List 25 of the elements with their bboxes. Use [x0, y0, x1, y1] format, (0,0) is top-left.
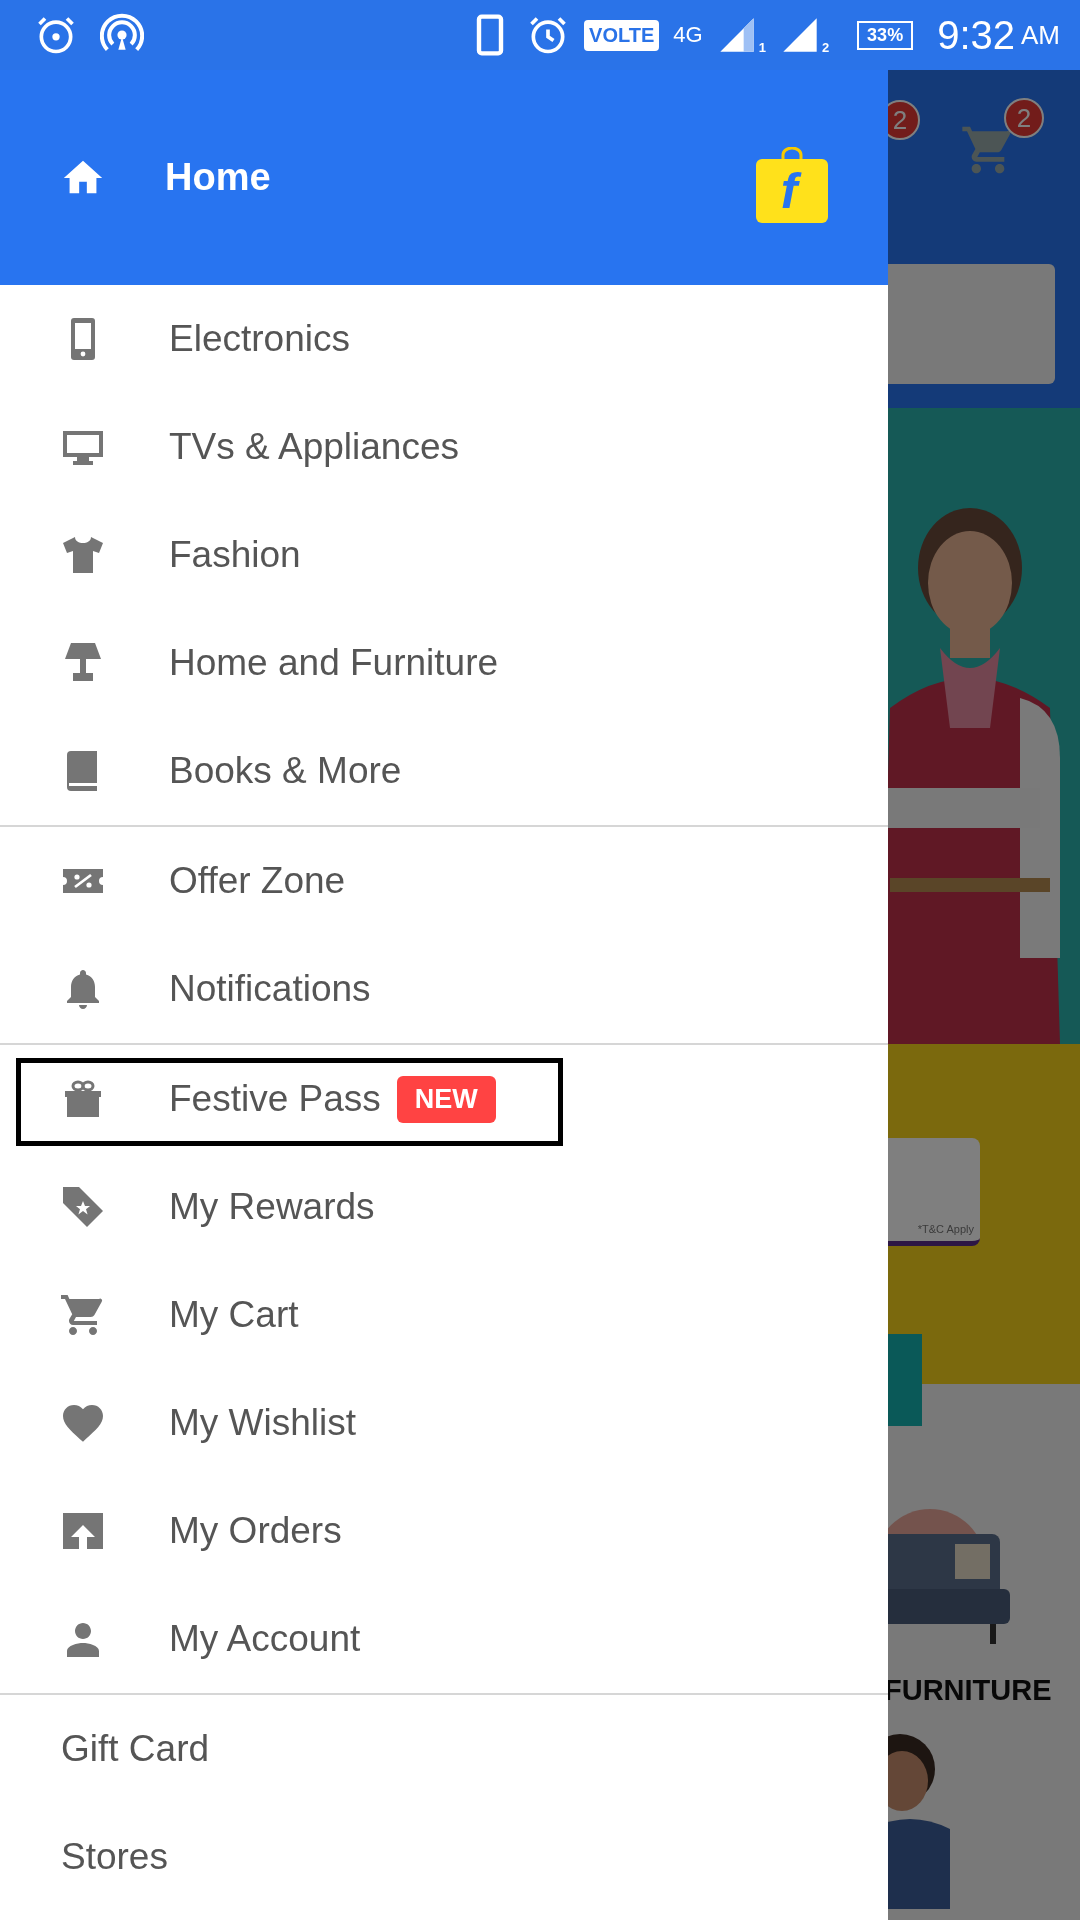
home-link[interactable]: Home	[165, 156, 756, 199]
count-badge: 2	[1004, 98, 1044, 138]
terms-note: *T&C Apply	[917, 1223, 974, 1235]
volte-indicator: VOLTE	[584, 19, 660, 51]
menu-item[interactable]: Offer Zone	[0, 827, 888, 935]
menu-item[interactable]: My Cart	[0, 1261, 888, 1369]
shopping-bag-logo: f	[756, 146, 828, 223]
clock-meridiem: AM	[1021, 19, 1060, 51]
menu-item[interactable]: My Rewards	[0, 1153, 888, 1261]
network-type: 4G	[673, 22, 703, 48]
menu-item[interactable]: Festive Pass NEW	[0, 1045, 888, 1153]
new-badge: NEW	[396, 1075, 496, 1123]
sim-number: 2	[821, 40, 830, 55]
clock-time: 9:32	[937, 12, 1015, 58]
menu-item[interactable]: Notifications	[0, 935, 888, 1043]
menu-item[interactable]: Books & More	[0, 717, 888, 825]
menu-item[interactable]: Home and Furniture	[0, 609, 888, 717]
menu-item[interactable]: Fashion	[0, 501, 888, 609]
menu-item[interactable]: Electronics	[0, 285, 888, 393]
menu-item[interactable]: TVs & Appliances	[0, 393, 888, 501]
menu-item[interactable]: My Orders	[0, 1477, 888, 1585]
battery-indicator: 33%	[857, 20, 914, 50]
sim-number: 1	[758, 40, 766, 55]
menu-item[interactable]: My Wishlist	[0, 1369, 888, 1477]
menu-item[interactable]: Stores	[0, 1803, 888, 1911]
